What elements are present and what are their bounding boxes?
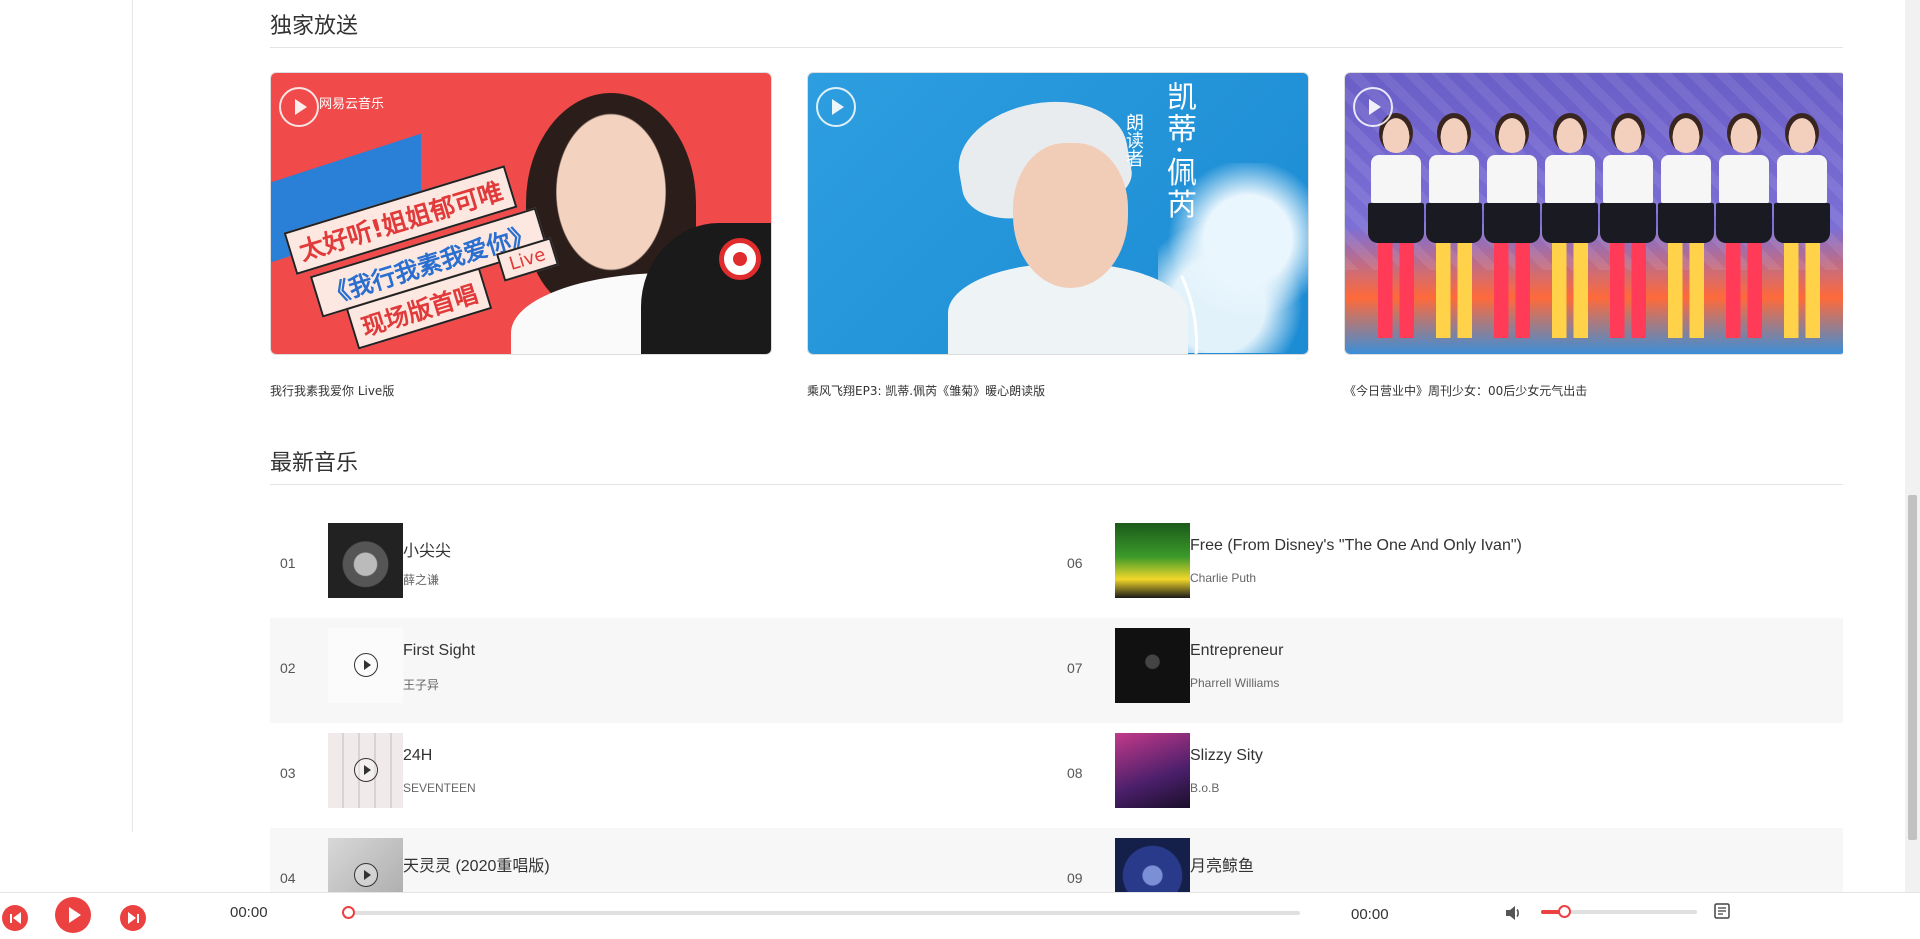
exclusive-card-1[interactable]: 网易云音乐 太好听!姐姐郁可唯 《我行我素我爱你》 现场版首唱 Live 我行我… [270, 72, 772, 398]
song-row: 03 24H SEVENTEEN 08 Slizzy Sity B.o.B [270, 723, 1843, 828]
song-number: 04 [280, 870, 296, 886]
song-title[interactable]: Slizzy Sity [1190, 747, 1263, 765]
song-item[interactable]: 08 Slizzy Sity B.o.B [1057, 723, 1843, 828]
playlist-icon[interactable] [1712, 901, 1732, 921]
exclusive-card-3[interactable]: 《今日营业中》周刊少女：00后少女元气出击 [1344, 72, 1843, 398]
exclusive-card-2[interactable]: 凯蒂·佩芮 朗读者 乘风飞翔EP3: 凯蒂.佩芮《雏菊》暖心朗读版 [807, 72, 1309, 398]
play-icon[interactable] [279, 87, 319, 127]
song-item[interactable]: 01 小尖尖 薛之谦 [270, 513, 1056, 618]
song-number: 06 [1067, 555, 1083, 571]
song-row: 02 First Sight 王子异 07 Entrepreneur Pharr… [270, 618, 1843, 723]
song-artist[interactable]: 薛之谦 [403, 571, 439, 588]
art-subtitle: 朗读者 [1123, 113, 1144, 167]
play-icon[interactable] [816, 87, 856, 127]
song-item[interactable]: 07 Entrepreneur Pharrell Williams [1057, 618, 1843, 723]
song-cover[interactable] [1115, 628, 1190, 703]
song-item[interactable]: 02 First Sight 王子异 [270, 618, 1056, 723]
song-item[interactable]: 09 月亮鲸鱼 [1057, 828, 1843, 892]
exclusive-section-title: 独家放送 [270, 14, 359, 39]
song-item[interactable]: 03 24H SEVENTEEN [270, 723, 1056, 828]
song-number: 01 [280, 555, 296, 571]
art-title: 凯蒂·佩芮 [1161, 81, 1196, 221]
song-cover[interactable] [1115, 523, 1190, 598]
song-artist[interactable]: 王子异 [403, 676, 439, 693]
play-icon[interactable] [354, 758, 378, 782]
skip-next-icon[interactable] [120, 905, 146, 931]
page-scrollbar[interactable] [1905, 0, 1920, 892]
exclusive-card-caption[interactable]: 我行我素我爱你 Live版 [270, 382, 394, 399]
current-time: 00:00 [230, 904, 268, 921]
new-music-section-title: 最新音乐 [270, 451, 359, 476]
song-title[interactable]: 天灵灵 (2020重唱版) [403, 852, 550, 876]
exclusive-card-caption[interactable]: 《今日营业中》周刊少女：00后少女元气出击 [1344, 382, 1587, 399]
exclusive-card-caption[interactable]: 乘风飞翔EP3: 凯蒂.佩芮《雏菊》暖心朗读版 [807, 382, 1045, 399]
card-artwork: 网易云音乐 太好听!姐姐郁可唯 《我行我素我爱你》 现场版首唱 Live [271, 73, 771, 354]
song-cover[interactable] [1115, 733, 1190, 808]
song-cover[interactable] [328, 523, 403, 598]
sidebar-divider [132, 0, 133, 832]
eye-graphic [719, 238, 761, 280]
song-number: 08 [1067, 765, 1083, 781]
card-artwork [1345, 73, 1843, 354]
total-time: 00:00 [1351, 906, 1389, 923]
player-bar: 00:00 00:00 [0, 892, 1920, 939]
section-divider [270, 47, 1843, 48]
song-row: 01 小尖尖 薛之谦 06 Free (From Disney's "The O… [270, 513, 1843, 618]
exclusive-card-image[interactable] [1344, 72, 1843, 355]
play-icon[interactable] [55, 897, 91, 933]
song-title[interactable]: Free (From Disney's "The One And Only Iv… [1190, 537, 1522, 555]
brand-logo-text: 网易云音乐 [319, 97, 385, 112]
progress-handle[interactable] [342, 906, 355, 919]
song-item[interactable]: 06 Free (From Disney's "The One And Only… [1057, 513, 1843, 618]
song-cover[interactable] [1115, 838, 1190, 892]
song-number: 09 [1067, 870, 1083, 886]
song-artist[interactable]: B.o.B [1190, 781, 1219, 795]
skip-previous-icon[interactable] [2, 905, 28, 931]
play-icon[interactable] [1353, 87, 1393, 127]
song-cover[interactable] [328, 838, 403, 892]
play-icon[interactable] [354, 863, 378, 887]
volume-icon[interactable] [1503, 903, 1523, 923]
song-artist[interactable]: Pharrell Williams [1190, 676, 1279, 690]
exclusive-card-image[interactable]: 网易云音乐 太好听!姐姐郁可唯 《我行我素我爱你》 现场版首唱 Live [270, 72, 772, 355]
main-content: 独家放送 网易云音乐 太好听!姐姐郁可唯 《我行我素我爱你》 现场版首唱 Liv… [270, 0, 1843, 892]
song-cover[interactable] [328, 628, 403, 703]
song-title[interactable]: 24H [403, 747, 432, 765]
song-item[interactable]: 04 天灵灵 (2020重唱版) [270, 828, 1056, 892]
scrollbar-thumb[interactable] [1908, 495, 1917, 840]
song-number: 02 [280, 660, 296, 676]
app-page: 独家放送 网易云音乐 太好听!姐姐郁可唯 《我行我素我爱你》 现场版首唱 Liv… [0, 0, 1920, 939]
song-number: 07 [1067, 660, 1083, 676]
song-artist[interactable]: Charlie Puth [1190, 571, 1256, 585]
volume-handle[interactable] [1558, 905, 1572, 918]
song-title[interactable]: 小尖尖 [403, 537, 451, 561]
song-artist[interactable]: SEVENTEEN [403, 781, 476, 795]
card-artwork: 凯蒂·佩芮 朗读者 [808, 73, 1308, 354]
exclusive-cards: 网易云音乐 太好听!姐姐郁可唯 《我行我素我爱你》 现场版首唱 Live 我行我… [270, 72, 1843, 412]
song-title[interactable]: First Sight [403, 642, 475, 660]
volume-slider[interactable] [1541, 905, 1697, 918]
song-title[interactable]: 月亮鲸鱼 [1190, 852, 1254, 876]
progress-bar[interactable] [342, 906, 1300, 919]
song-row: 04 天灵灵 (2020重唱版) 09 月亮鲸鱼 [270, 828, 1843, 892]
song-number: 03 [280, 765, 296, 781]
song-title[interactable]: Entrepreneur [1190, 642, 1283, 660]
section-divider [270, 484, 1843, 485]
song-cover[interactable] [328, 733, 403, 808]
play-icon[interactable] [354, 653, 378, 677]
exclusive-card-image[interactable]: 凯蒂·佩芮 朗读者 [807, 72, 1309, 355]
